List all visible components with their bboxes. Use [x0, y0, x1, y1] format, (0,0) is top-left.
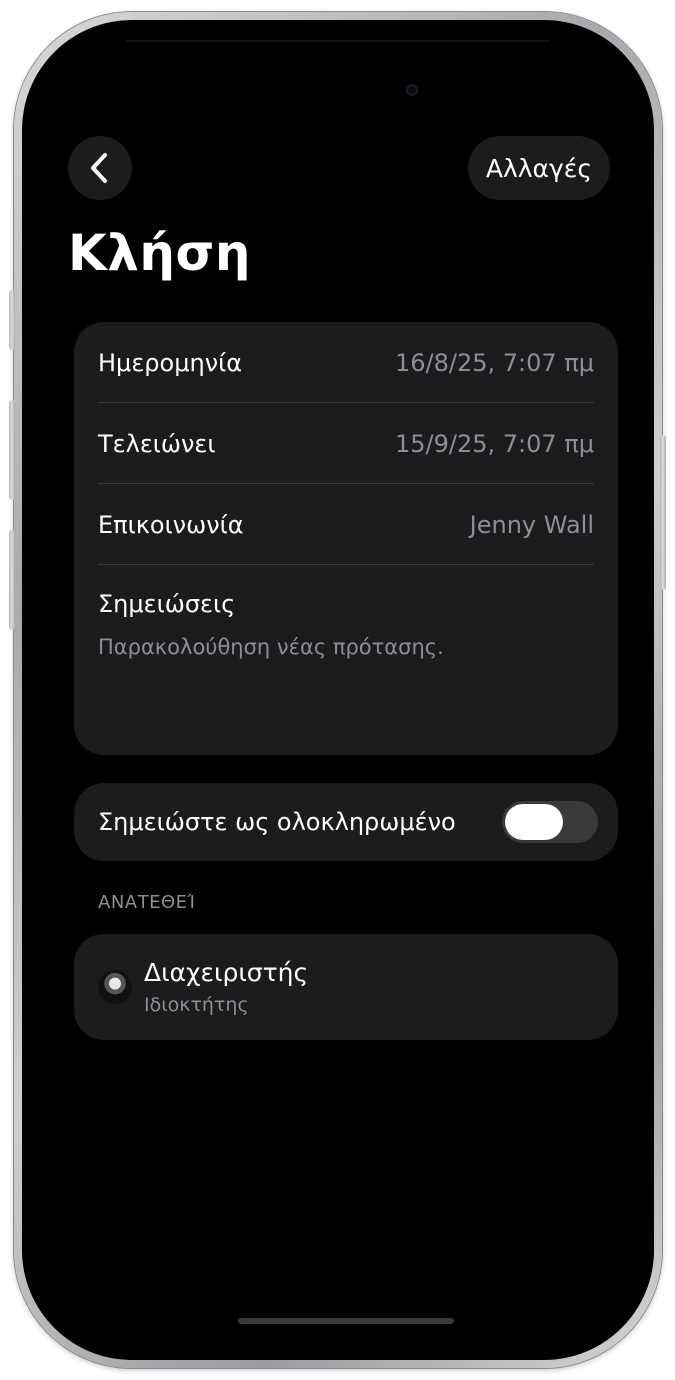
date-label: Ημερομηνία — [98, 348, 243, 377]
phone-bezel: Αλλαγές Κλήση Ημερομηνία 16/8/25, 7:07 π… — [22, 20, 654, 1360]
completion-card: Σημειώστε ως ολοκληρωμένο — [74, 783, 618, 861]
toggle-knob — [505, 804, 563, 840]
contact-value: Jenny Wall — [469, 510, 594, 539]
back-button[interactable] — [68, 136, 132, 200]
volume-down-button — [9, 530, 15, 630]
screen: Αλλαγές Κλήση Ημερομηνία 16/8/25, 7:07 π… — [36, 34, 640, 1346]
date-row[interactable]: Ημερομηνία 16/8/25, 7:07 πμ — [98, 322, 594, 403]
details-card: Ημερομηνία 16/8/25, 7:07 πμ Τελειώνει 15… — [74, 322, 618, 755]
power-button — [660, 435, 666, 590]
home-indicator[interactable] — [238, 1318, 454, 1324]
phone-frame: Αλλαγές Κλήση Ημερομηνία 16/8/25, 7:07 π… — [14, 12, 662, 1368]
contact-label: Επικοινωνία — [98, 510, 244, 539]
ends-row[interactable]: Τελειώνει 15/9/25, 7:07 πμ — [98, 403, 594, 484]
completion-label: Σημειώστε ως ολοκληρωμένο — [98, 808, 456, 836]
separator — [98, 564, 594, 565]
avatar — [98, 970, 132, 1004]
date-value: 16/8/25, 7:07 πμ — [394, 348, 594, 377]
chevron-left-icon — [91, 153, 107, 183]
volume-up-button — [9, 400, 15, 500]
assigned-section-header: ΑΝΑΤΕΘΕΊ — [98, 892, 196, 913]
contact-row[interactable]: Επικοινωνία Jenny Wall — [98, 484, 594, 565]
ends-label: Τελειώνει — [98, 429, 216, 458]
assignee-role: Ιδιοκτήτης — [144, 994, 249, 1016]
completion-toggle[interactable] — [502, 801, 598, 843]
assignee-name: Διαχειριστής — [144, 958, 309, 987]
screen-top-edge — [126, 40, 550, 42]
notes-text[interactable]: Παρακολούθηση νέας πρότασης. — [98, 635, 444, 659]
notes-label: Σημειώσεις — [98, 590, 236, 618]
front-camera — [406, 84, 418, 96]
page-title: Κλήση — [68, 224, 252, 282]
ends-value: 15/9/25, 7:07 πμ — [394, 429, 594, 458]
action-button — [9, 290, 15, 350]
edit-button[interactable]: Αλλαγές — [467, 136, 610, 200]
assignee-card[interactable]: Διαχειριστής Ιδιοκτήτης — [74, 934, 618, 1040]
